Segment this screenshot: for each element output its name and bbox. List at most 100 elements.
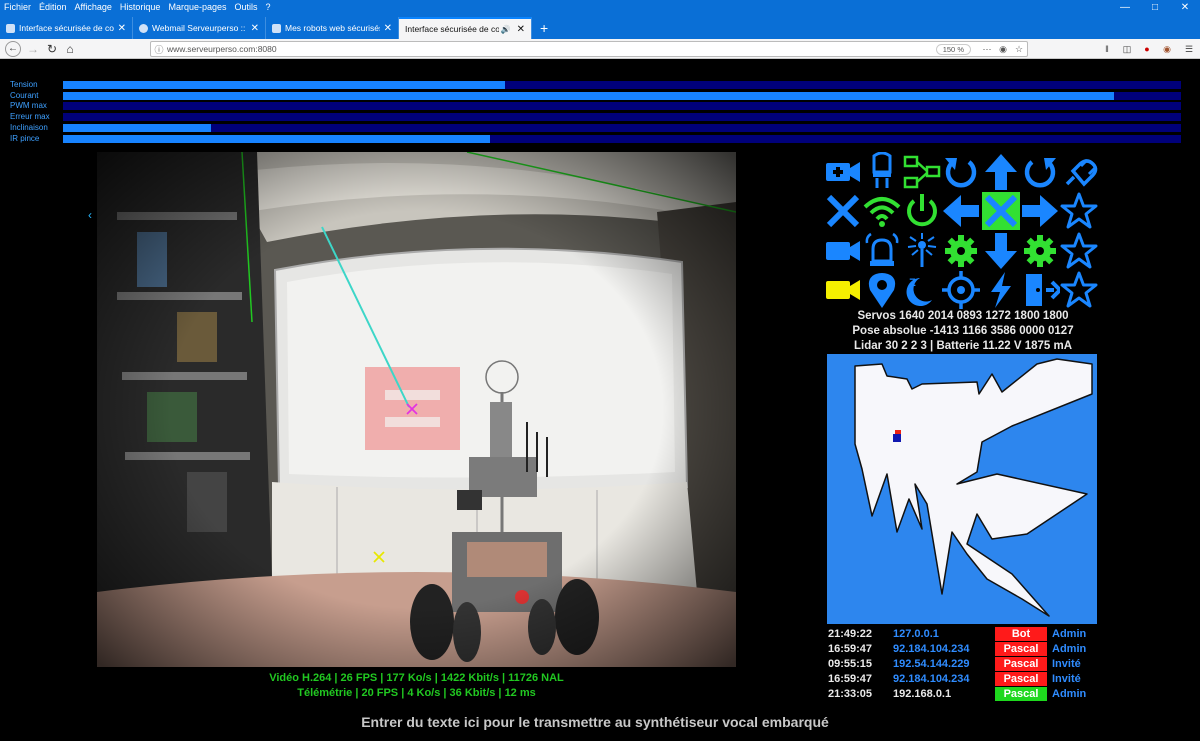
tab-interface-active[interactable]: Interface sécurisée de comman 🔊 ✕ xyxy=(399,17,532,39)
zoom-level[interactable]: 150 % xyxy=(935,43,971,55)
star-icon[interactable] xyxy=(1059,270,1099,310)
session-user-badge: Pascal xyxy=(995,672,1047,686)
session-row: 16:59:47 92.184.104.234 Pascal Admin xyxy=(828,642,1098,657)
telemetry-bar-track xyxy=(63,113,1181,122)
sidebar-icon[interactable]: ◫ xyxy=(1120,42,1134,56)
menu-bar: Fichier Édition Affichage Historique Mar… xyxy=(0,0,275,14)
menu-affichage[interactable]: Affichage xyxy=(71,0,116,14)
bookmark-star-icon[interactable]: ☆ xyxy=(1011,44,1027,55)
tab-webmail[interactable]: Webmail Serveurperso :: Boîte ✕ xyxy=(133,17,266,39)
pocket-icon[interactable]: ◉ xyxy=(995,44,1011,55)
crosshair-icon[interactable] xyxy=(941,270,981,310)
session-time: 09:55:15 xyxy=(828,658,873,670)
telemetry-bar-track xyxy=(63,81,1181,89)
tab-robots[interactable]: Mes robots web sécurisés avec ✕ xyxy=(266,17,399,39)
plug-icon[interactable] xyxy=(1059,152,1099,192)
tab-title: Mes robots web sécurisés avec xyxy=(285,23,380,33)
gear-icon[interactable] xyxy=(1020,231,1060,271)
telemetry-bar-track xyxy=(63,134,1181,143)
url-bar[interactable]: ⓘ www.serveurperso.com:8080 150 % ⋯ ◉ ☆ xyxy=(150,41,1028,57)
arrow-up-icon[interactable] xyxy=(981,152,1021,192)
arrow-left-icon[interactable] xyxy=(941,191,981,231)
star-icon[interactable] xyxy=(1059,191,1099,231)
telemetry-bar-track xyxy=(63,102,1181,111)
menu-outils[interactable]: Outils xyxy=(231,0,262,14)
maximize-icon[interactable]: □ xyxy=(1140,0,1170,14)
menu-historique[interactable]: Historique xyxy=(116,0,165,14)
telemetry-bar-track xyxy=(63,91,1181,100)
session-user-badge: Pascal xyxy=(995,642,1047,656)
camera-icon[interactable] xyxy=(823,231,863,271)
menu-hamburger-icon[interactable]: ☰ xyxy=(1182,42,1196,56)
exit-door-icon[interactable] xyxy=(1020,270,1063,310)
new-tab-button[interactable]: + xyxy=(532,17,556,39)
lidar-map[interactable] xyxy=(827,354,1097,624)
library-icon[interactable]: ‖ xyxy=(1100,42,1114,56)
gear-icon[interactable] xyxy=(941,231,981,271)
rotate-right-icon[interactable] xyxy=(1020,152,1060,192)
back-button[interactable]: ← xyxy=(5,41,21,57)
rotate-left-icon[interactable] xyxy=(941,152,981,192)
telemetry-bar-label: Erreur max xyxy=(10,112,50,122)
close-window-icon[interactable]: ✕ xyxy=(1170,0,1200,14)
telemetry-bar-row: Erreur max xyxy=(0,112,1200,122)
svg-text:Z: Z xyxy=(909,277,916,289)
chevron-left-icon[interactable]: ‹ xyxy=(88,208,92,222)
reload-button[interactable]: ↻ xyxy=(44,41,60,57)
sleep-icon[interactable]: Z xyxy=(902,270,942,310)
session-role: Admin xyxy=(1052,688,1087,700)
tab-title: Interface sécurisée de comman xyxy=(405,24,499,34)
power-icon[interactable] xyxy=(902,191,942,231)
url-text[interactable]: www.serveurperso.com:8080 xyxy=(167,44,936,54)
telemetry-bar-track xyxy=(63,123,1181,132)
tab-interface-1[interactable]: Interface sécurisée de comman ✕ xyxy=(0,17,133,39)
session-role: Invité xyxy=(1052,673,1081,685)
servos-status: Servos 1640 2014 0893 1272 1800 1800 xyxy=(857,310,1069,322)
session-time: 21:49:22 xyxy=(828,628,873,640)
tab-close-icon[interactable]: ✕ xyxy=(384,23,392,34)
arrow-down-icon[interactable] xyxy=(981,231,1021,271)
session-role: Admin xyxy=(1052,628,1087,640)
lightning-icon[interactable] xyxy=(981,270,1021,310)
ublock-icon[interactable]: ● xyxy=(1140,42,1154,56)
laser-icon[interactable] xyxy=(902,231,942,271)
camera-plus-icon[interactable] xyxy=(823,152,863,192)
page-actions-icon[interactable]: ⋯ xyxy=(979,44,995,55)
tab-close-icon[interactable]: ✕ xyxy=(118,23,126,34)
speaker-icon[interactable]: 🔊 xyxy=(501,25,511,34)
star-icon[interactable] xyxy=(1059,231,1099,271)
tts-input[interactable]: Entrer du texte ici pour le transmettre … xyxy=(0,714,1190,730)
session-ip: 192.54.144.229 xyxy=(893,658,970,670)
tab-title: Webmail Serveurperso :: Boîte xyxy=(152,23,247,33)
wifi-icon[interactable] xyxy=(862,191,902,231)
minimize-icon[interactable]: — xyxy=(1110,0,1140,14)
alarm-icon[interactable] xyxy=(862,231,902,271)
extension-icon[interactable]: ◉ xyxy=(1160,42,1174,56)
telemetry-bar-fill xyxy=(63,81,505,89)
browser-title-bar: Fichier Édition Affichage Historique Mar… xyxy=(0,0,1200,40)
arrow-right-icon[interactable] xyxy=(1020,191,1060,231)
menu-edition[interactable]: Édition xyxy=(35,0,71,14)
menu-aide[interactable]: ? xyxy=(262,0,275,14)
session-role: Admin xyxy=(1052,643,1087,655)
lightbulb-icon[interactable] xyxy=(862,151,902,192)
menu-marque-pages[interactable]: Marque-pages xyxy=(164,0,230,14)
close-icon[interactable] xyxy=(823,191,863,231)
session-row: 21:33:05 192.168.0.1 Pascal Admin xyxy=(828,687,1098,702)
tab-close-icon[interactable]: ✕ xyxy=(517,24,525,35)
map-marker-icon[interactable] xyxy=(862,270,902,310)
home-button[interactable]: ⌂ xyxy=(62,41,78,57)
session-ip: 92.184.104.234 xyxy=(893,643,970,655)
stop-icon[interactable] xyxy=(981,191,1021,231)
tab-close-icon[interactable]: ✕ xyxy=(251,23,259,34)
network-icon[interactable] xyxy=(902,152,942,192)
navigation-bar: ← → ↻ ⌂ ⓘ www.serveurperso.com:8080 150 … xyxy=(0,39,1200,59)
telemetry-bar-fill xyxy=(63,134,490,143)
tab-title: Interface sécurisée de comman xyxy=(19,23,114,33)
camera-active-icon[interactable] xyxy=(823,270,863,310)
camera-video-feed[interactable] xyxy=(97,152,736,667)
forward-button[interactable]: → xyxy=(25,41,41,57)
tab-favicon-icon xyxy=(272,23,281,33)
info-icon[interactable]: ⓘ xyxy=(151,43,167,56)
menu-fichier[interactable]: Fichier xyxy=(0,0,35,14)
